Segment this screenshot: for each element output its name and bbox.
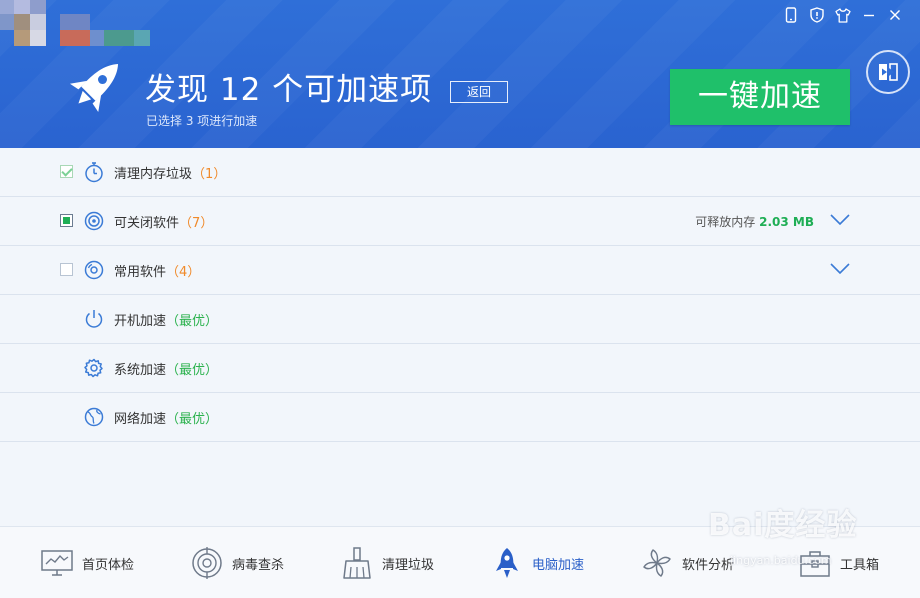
gear-icon: [84, 358, 103, 378]
window-controls: [780, 5, 906, 25]
chevron-down-icon[interactable]: [830, 213, 850, 227]
sidebar-toggle-button[interactable]: [866, 50, 910, 94]
exit-panel-icon: [879, 63, 898, 81]
monitor-chart-icon: [41, 550, 73, 576]
power-icon: [85, 310, 103, 328]
nav-pc-speedup[interactable]: 电脑加速: [490, 527, 584, 598]
list-item-system-speedup[interactable]: 系统加速（最优）: [0, 344, 920, 393]
releasable-memory: 可释放内存 2.03 MB: [695, 215, 814, 229]
row-label: 可关闭软件（7）: [114, 216, 214, 231]
phone-icon[interactable]: [780, 5, 802, 25]
disc-icon: [84, 260, 104, 280]
row-label: 开机加速（最优）: [114, 314, 219, 329]
minimize-icon[interactable]: [858, 5, 880, 25]
pinwheel-icon: [643, 549, 671, 577]
nav-toolbox[interactable]: 工具箱: [798, 527, 879, 598]
broom-icon: [343, 547, 371, 579]
page-title: 发现 12 个可加速项: [145, 72, 433, 108]
nav-virus-scan[interactable]: 病毒查杀: [190, 527, 284, 598]
radar-target-icon: [192, 547, 222, 579]
header: 发现 12 个可加速项 已选择 3 项进行加速 返回 一键加速: [0, 0, 920, 148]
row-checkbox[interactable]: [60, 263, 73, 276]
one-click-speedup-button[interactable]: 一键加速: [670, 69, 850, 125]
row-checkbox[interactable]: [60, 165, 73, 178]
bottom-navigation: 首页体检 病毒查杀 清理垃圾 电脑加速 软件分析 工具箱: [0, 526, 920, 598]
list-item-common-software[interactable]: 常用软件（4）: [0, 246, 920, 295]
list-item-network-speedup[interactable]: 网络加速（最优）: [0, 393, 920, 442]
nav-software-analysis[interactable]: 软件分析: [640, 527, 734, 598]
globe-icon: [84, 407, 104, 427]
row-checkbox[interactable]: [60, 214, 73, 227]
nav-junk-cleanup[interactable]: 清理垃圾: [340, 527, 434, 598]
nav-label: 电脑加速: [532, 557, 585, 573]
nav-label: 软件分析: [682, 557, 735, 573]
avatar-mosaic: [0, 0, 150, 46]
close-icon[interactable]: [884, 5, 906, 25]
stopwatch-icon: [85, 162, 103, 183]
list-item-closable-software[interactable]: 可关闭软件（7） 可释放内存 2.03 MB: [0, 197, 920, 246]
list-item-memory-cleanup[interactable]: 清理内存垃圾（1）: [0, 148, 920, 197]
row-label: 清理内存垃圾（1）: [114, 167, 227, 182]
nav-label: 首页体检: [82, 557, 135, 573]
list-item-boot-speedup[interactable]: 开机加速（最优）: [0, 295, 920, 344]
chevron-down-icon[interactable]: [830, 262, 850, 276]
row-label: 系统加速（最优）: [114, 363, 219, 378]
row-label: 常用软件（4）: [114, 265, 201, 280]
shield-icon[interactable]: [806, 5, 828, 25]
nav-label: 病毒查杀: [232, 557, 285, 573]
nav-label: 清理垃圾: [382, 557, 435, 573]
selection-summary: 已选择 3 项进行加速: [146, 114, 258, 128]
toolbox-icon: [800, 551, 830, 577]
target-icon: [84, 211, 104, 231]
rocket-icon: [69, 63, 119, 113]
row-label: 网络加速（最优）: [114, 412, 219, 427]
shirt-icon[interactable]: [832, 5, 854, 25]
nav-label: 工具箱: [840, 557, 880, 573]
acceleration-item-list: 清理内存垃圾（1） 可关闭软件（7） 可释放内存 2.03 MB 常用软件（4）…: [0, 148, 920, 442]
back-button[interactable]: 返回: [450, 81, 508, 103]
rocket-icon: [496, 548, 518, 578]
nav-home-checkup[interactable]: 首页体检: [40, 527, 134, 598]
